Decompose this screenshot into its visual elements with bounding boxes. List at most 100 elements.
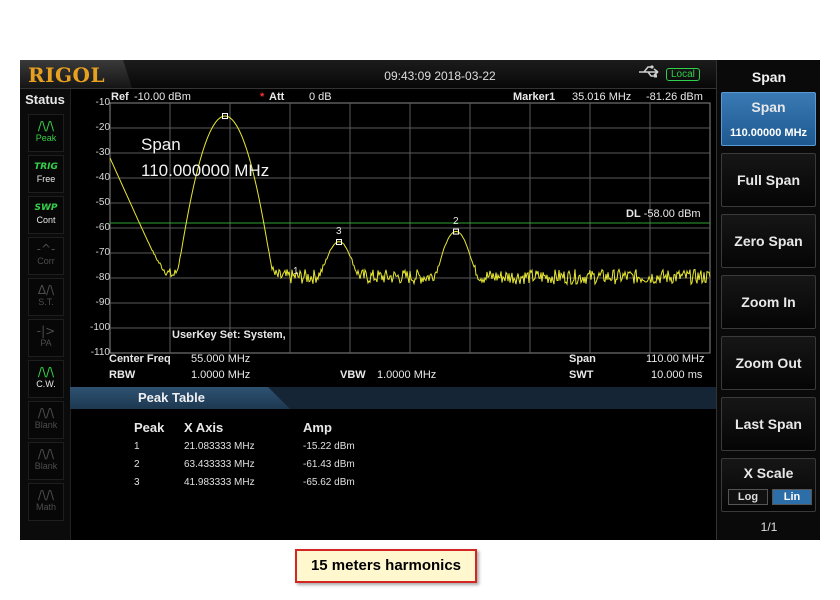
rbw-label: RBW <box>109 369 136 381</box>
zero-span-label: Zero Span <box>734 233 803 249</box>
vbw-label: VBW <box>340 369 366 381</box>
display-line-value: -58.00 dBm <box>643 208 701 220</box>
peak-table-cell: 2 <box>134 459 140 470</box>
peak-marker-label: 1 <box>292 266 299 278</box>
status-trace-blank-2[interactable]: /\/\ Blank <box>28 442 64 480</box>
peak-table-cell: -65.62 dBm <box>303 477 355 488</box>
center-freq-value: 55.000 MHz <box>191 353 251 365</box>
zero-span-button[interactable]: Zero Span <box>721 214 816 268</box>
last-span-label: Last Span <box>735 416 802 432</box>
signal-track-icon: Δ/\ <box>37 283 55 297</box>
local-mode-badge: Local <box>666 68 700 81</box>
full-span-button[interactable]: Full Span <box>721 153 816 207</box>
y-tick-label: -20 <box>95 122 110 133</box>
status-trace-blank-2-label: Blank <box>34 461 58 471</box>
menu-title: Span <box>751 69 787 85</box>
ref-level-value: -10.00 dBm <box>134 91 191 103</box>
marker-amplitude: -81.26 dBm <box>646 91 703 103</box>
display-line-readout: DL -58.00 dBm <box>626 208 701 220</box>
att-value: 0 dB <box>309 91 332 103</box>
zoom-in-label: Zoom In <box>741 294 796 310</box>
usb-icon <box>638 65 662 82</box>
full-span-label: Full Span <box>737 172 800 188</box>
y-tick-label: -100 <box>89 322 110 333</box>
swt-label: SWT <box>569 369 594 381</box>
peak-table-cell: 1 <box>134 441 140 452</box>
last-span-button[interactable]: Last Span <box>721 397 816 451</box>
status-trace-blank-1-label: Blank <box>34 420 58 430</box>
status-signal-track[interactable]: Δ/\ S.T. <box>28 278 64 316</box>
peak-marker-label: 3 <box>336 226 342 238</box>
x-scale-label: X Scale <box>743 465 794 481</box>
date-time: 09:43:09 2018-03-22 <box>384 69 496 83</box>
y-tick-label: -110 <box>90 347 110 358</box>
status-trace-blank-1[interactable]: /\/\ Blank <box>28 401 64 439</box>
status-trigger[interactable]: TRIG Free <box>28 155 64 193</box>
swt-value: 10.000 ms <box>651 369 703 381</box>
zoom-out-button[interactable]: Zoom Out <box>721 336 816 390</box>
math-icon: /\/\ <box>37 488 55 502</box>
menu-page-number: 1/1 <box>760 520 778 534</box>
y-tick-label: -70 <box>95 247 110 258</box>
marker-frequency: 35.016 MHz <box>572 91 632 103</box>
zoom-in-button[interactable]: Zoom In <box>721 275 816 329</box>
status-correction-label: Corr <box>37 256 55 266</box>
spectrum-plot[interactable] <box>70 89 716 387</box>
rigol-logo: RIGOL <box>28 63 106 87</box>
span-softkey-label: Span <box>751 99 786 115</box>
status-trace-math[interactable]: /\/\ Math <box>28 483 64 521</box>
status-sweep[interactable]: SWP Cont <box>28 196 64 234</box>
status-sweep-label: Cont <box>36 215 56 225</box>
correction-icon: -^- <box>36 242 56 256</box>
trace-icon: /\/\ <box>37 447 55 461</box>
zoom-out-label: Zoom Out <box>735 355 802 371</box>
span-overlay-value: 110.000000 MHz <box>141 161 270 180</box>
trace-icon: /\/\ <box>37 406 55 420</box>
preamp-icon: -|> <box>36 324 56 338</box>
peak-marker-label: 2 <box>453 215 459 227</box>
span-softkey[interactable]: Span 110.00000 MHz <box>721 92 816 146</box>
status-preamp-label: PA <box>40 338 52 348</box>
peak-table-cell: -61.43 dBm <box>303 459 355 470</box>
peak-table-cell: 21.083333 MHz <box>184 441 255 452</box>
peak-table-cell: 3 <box>134 477 140 488</box>
rbw-value: 1.0000 MHz <box>191 369 251 381</box>
status-trace-cw[interactable]: /\/\ C.W. <box>28 360 64 398</box>
y-tick-label: -90 <box>95 297 110 308</box>
y-tick-label: -80 <box>95 272 110 283</box>
att-changed-marker: * <box>260 91 265 103</box>
span-value: 110.00 MHz <box>646 353 705 365</box>
peak-table-cell: -15.22 dBm <box>303 441 355 452</box>
spectrum-analyzer-screen: RIGOL 09:43:09 2018-03-22 Local Status /… <box>20 60 820 540</box>
span-overlay-title: Span <box>141 135 181 154</box>
marker-label: Marker1 <box>513 91 556 103</box>
caption-label: 15 meters harmonics <box>295 549 477 583</box>
peak-table-header: X Axis <box>184 420 224 435</box>
peak-icon: /\/\ <box>37 119 55 133</box>
x-scale-log-option[interactable]: Log <box>728 489 768 505</box>
y-tick-label: -60 <box>95 222 110 233</box>
status-preamp[interactable]: -|> PA <box>28 319 64 357</box>
peak-table-title: Peak Table <box>138 390 205 405</box>
span-softkey-value: 110.00000 MHz <box>729 127 808 139</box>
status-trace-math-label: Math <box>35 502 56 512</box>
status-trace-cw-label: C.W. <box>36 379 56 389</box>
y-tick-label: -10 <box>95 97 110 108</box>
status-peak[interactable]: /\/\ Peak <box>28 114 64 152</box>
status-signal-track-label: S.T. <box>38 297 54 307</box>
status-panel: Status /\/\ Peak TRIG Free SWP Cont -^- Corr… <box>20 89 71 540</box>
y-tick-label: -50 <box>95 197 110 208</box>
x-scale-button[interactable]: X Scale Log Lin <box>721 458 816 512</box>
peak-table-header: Amp <box>303 420 332 435</box>
status-trigger-label: Free <box>36 174 56 184</box>
y-tick-label: -30 <box>95 147 110 158</box>
x-scale-lin-option[interactable]: Lin <box>772 489 812 505</box>
y-tick-label: -40 <box>95 172 110 183</box>
status-correction[interactable]: -^- Corr <box>28 237 64 275</box>
userkey-set: UserKey Set: System, <box>172 329 286 341</box>
center-freq-label: Center Freq <box>109 353 171 365</box>
peak-table-cell: 63.433333 MHz <box>184 459 255 470</box>
span-label: Span <box>569 353 596 365</box>
vbw-value: 1.0000 MHz <box>377 369 437 381</box>
sweep-icon: SWP <box>34 203 58 213</box>
